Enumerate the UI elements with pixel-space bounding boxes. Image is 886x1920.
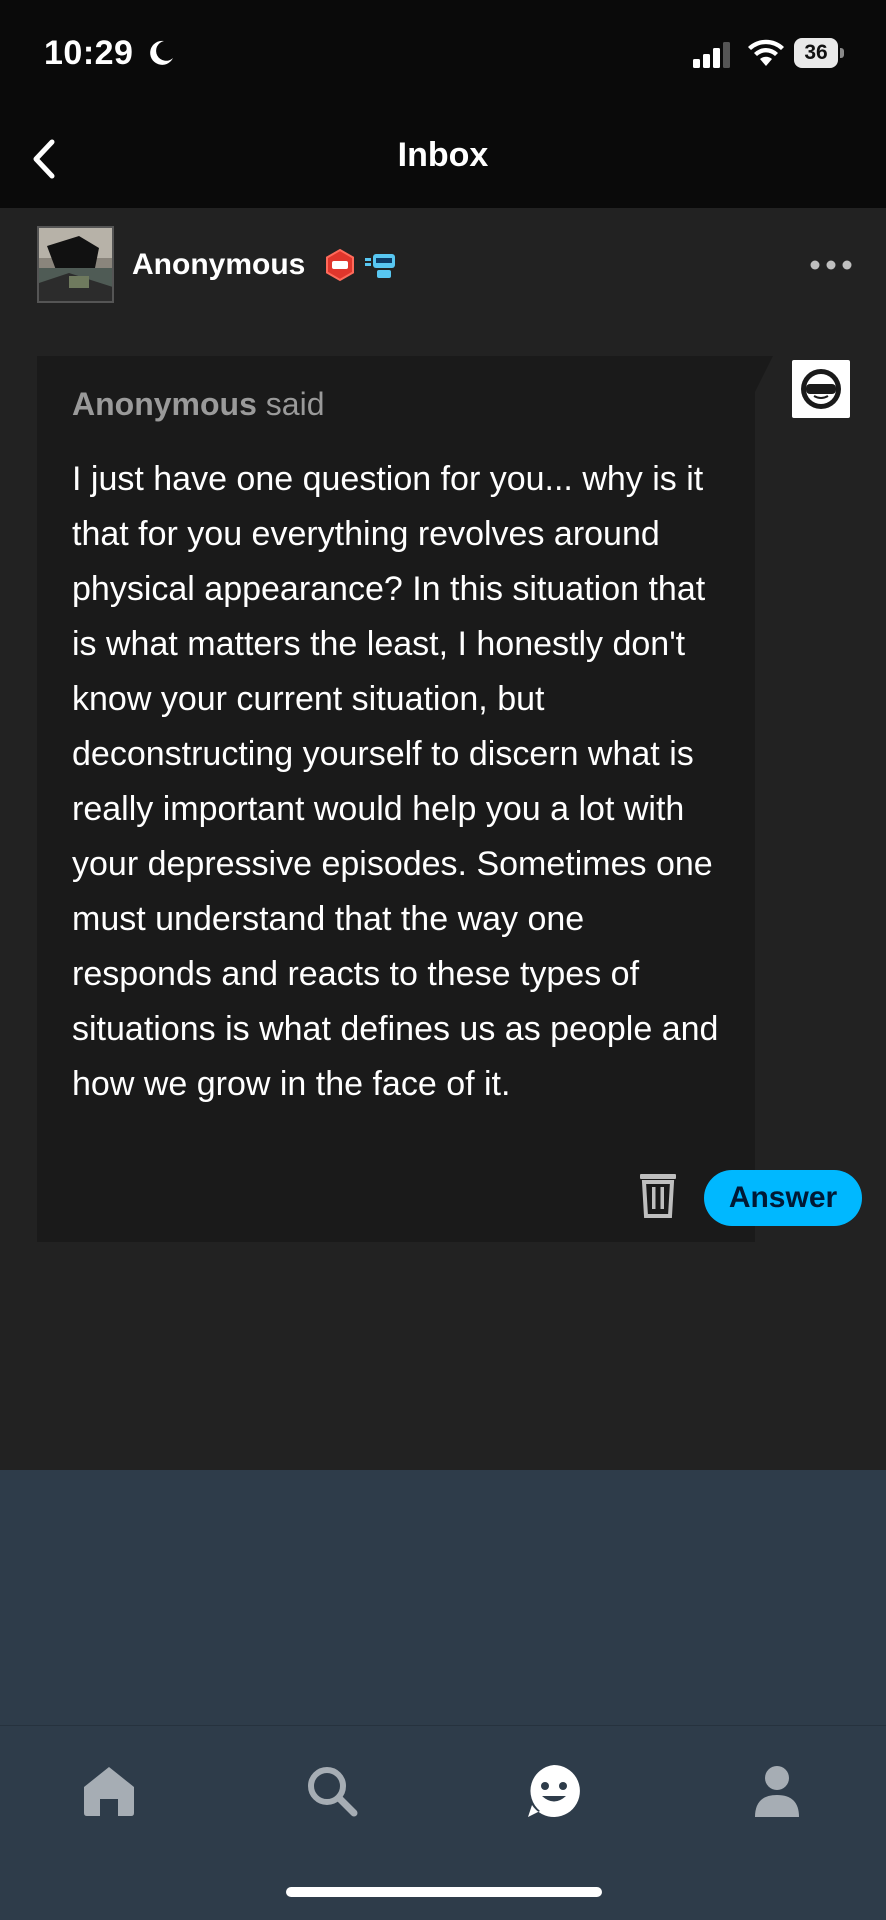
moon-icon (150, 40, 173, 65)
said-label: said (265, 386, 325, 422)
battery-icon: 36 (794, 38, 844, 68)
asker-line: Anonymous said (72, 386, 324, 423)
more-dots-icon[interactable] (806, 250, 856, 280)
recipient-avatar[interactable] (792, 360, 850, 418)
tab-home[interactable] (74, 1756, 144, 1826)
robot-badge-icon[interactable] (363, 248, 403, 282)
battery-level: 36 (794, 38, 838, 68)
smiley-icon (528, 1765, 580, 1817)
search-icon (308, 1767, 358, 1817)
page-title: Inbox (397, 136, 489, 174)
hexagon-badge-icon[interactable] (323, 248, 357, 282)
tab-activity[interactable] (519, 1756, 589, 1826)
tab-account[interactable] (742, 1756, 812, 1826)
author-name[interactable]: Anonymous (132, 248, 305, 282)
ask-post-card: Anonymous Anonymous said I just have one… (0, 208, 886, 1470)
nav-bar: Inbox (0, 110, 886, 208)
person-icon (755, 1766, 799, 1817)
signal-icon (693, 42, 730, 68)
home-icon (84, 1767, 134, 1816)
avatar[interactable] (37, 226, 114, 303)
tab-search[interactable] (297, 1756, 367, 1826)
status-bar: 10:29 36 (0, 0, 886, 110)
empty-inbox-area (0, 1470, 886, 1725)
status-time: 10:29 (44, 34, 134, 72)
answer-button[interactable]: Answer (704, 1170, 862, 1226)
question-text: I just have one question for you... why … (72, 460, 719, 1103)
trash-icon[interactable] (638, 1170, 678, 1218)
ask-bubble-tail (755, 356, 773, 392)
home-indicator (286, 1887, 602, 1897)
asker-name: Anonymous (72, 386, 257, 422)
wifi-icon (748, 39, 784, 66)
